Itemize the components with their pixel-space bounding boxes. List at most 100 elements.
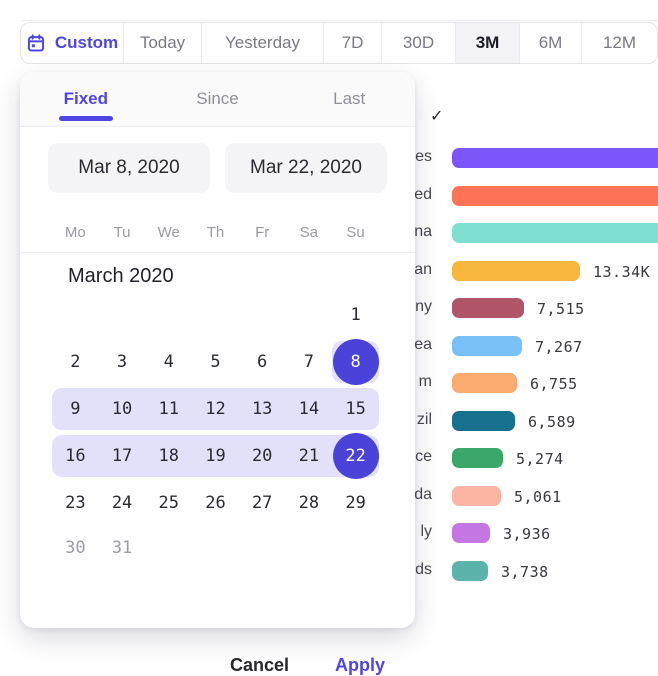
day-25[interactable]: 25 bbox=[145, 482, 192, 524]
chart-bar[interactable] bbox=[452, 223, 658, 243]
tab-since-label: Since bbox=[196, 89, 239, 109]
day-7[interactable]: 7 bbox=[286, 341, 333, 383]
day-8[interactable]: 8 bbox=[332, 341, 379, 383]
chart-bar[interactable] bbox=[452, 486, 501, 506]
day-31[interactable]: 31 bbox=[99, 527, 146, 569]
active-tab-underline bbox=[59, 116, 113, 121]
date-preset-toolbar: Custom TodayYesterday7D30D3M6M12M bbox=[20, 22, 658, 64]
chart-row-label: da bbox=[414, 486, 432, 504]
preset-30d[interactable]: 30D bbox=[381, 23, 455, 63]
day-number: 1 bbox=[350, 305, 360, 325]
chart-bar[interactable] bbox=[452, 373, 517, 393]
day-number: 4 bbox=[164, 352, 174, 372]
month-title: March 2020 bbox=[68, 265, 174, 288]
day-number: 12 bbox=[205, 399, 225, 419]
day-number: 27 bbox=[252, 493, 272, 513]
chart-row-label: m bbox=[419, 373, 432, 391]
chart-row-label: ce bbox=[415, 448, 432, 466]
day-20[interactable]: 20 bbox=[239, 435, 286, 477]
day-18[interactable]: 18 bbox=[145, 435, 192, 477]
date-picker-tabs: Fixed Since Last bbox=[20, 72, 415, 127]
chart-bar[interactable] bbox=[452, 336, 522, 356]
chart-bar[interactable] bbox=[452, 561, 488, 581]
day-19[interactable]: 19 bbox=[192, 435, 239, 477]
day-11[interactable]: 11 bbox=[145, 388, 192, 430]
day-number: 30 bbox=[65, 538, 85, 558]
day-27[interactable]: 27 bbox=[239, 482, 286, 524]
chart-bar-value: 13.34K bbox=[593, 263, 650, 281]
chart-bar[interactable] bbox=[452, 298, 524, 318]
chart-row-label: ds bbox=[415, 561, 432, 579]
day-16[interactable]: 16 bbox=[52, 435, 99, 477]
day-number: 25 bbox=[159, 493, 179, 513]
day-6[interactable]: 6 bbox=[239, 341, 286, 383]
chart-bar-value: 7,515 bbox=[537, 300, 585, 318]
day-21[interactable]: 21 bbox=[286, 435, 333, 477]
day-29[interactable]: 29 bbox=[332, 482, 379, 524]
day-10[interactable]: 10 bbox=[99, 388, 146, 430]
day-number: 16 bbox=[65, 446, 85, 466]
day-number: 9 bbox=[70, 399, 80, 419]
chart-bar[interactable] bbox=[452, 186, 658, 206]
weekday-label: Sa bbox=[286, 224, 333, 241]
day-number: 14 bbox=[299, 399, 319, 419]
cancel-button[interactable]: Cancel bbox=[230, 655, 289, 676]
calendar-divider bbox=[20, 252, 415, 253]
day-number: 6 bbox=[257, 352, 267, 372]
day-number: 17 bbox=[112, 446, 132, 466]
weekday-label: Mo bbox=[52, 224, 99, 241]
day-number: 15 bbox=[345, 399, 365, 419]
day-number: 2 bbox=[70, 352, 80, 372]
preset-12m[interactable]: 12M bbox=[581, 23, 657, 63]
chart-bar[interactable] bbox=[452, 411, 515, 431]
day-24[interactable]: 24 bbox=[99, 482, 146, 524]
day-number: 5 bbox=[210, 352, 220, 372]
day-number: 20 bbox=[252, 446, 272, 466]
end-date-input[interactable]: Mar 22, 2020 bbox=[225, 143, 387, 193]
start-date-input[interactable]: Mar 8, 2020 bbox=[48, 143, 210, 193]
day-4[interactable]: 4 bbox=[145, 341, 192, 383]
apply-button[interactable]: Apply bbox=[335, 655, 385, 676]
day-12[interactable]: 12 bbox=[192, 388, 239, 430]
day-9[interactable]: 9 bbox=[52, 388, 99, 430]
custom-range-label: Custom bbox=[55, 33, 118, 53]
day-22[interactable]: 22 bbox=[332, 435, 379, 477]
day-number: 19 bbox=[205, 446, 225, 466]
day-14[interactable]: 14 bbox=[286, 388, 333, 430]
tab-fixed-label: Fixed bbox=[64, 89, 108, 109]
weekday-label: Su bbox=[332, 224, 379, 241]
preset-6m[interactable]: 6M bbox=[519, 23, 581, 63]
day-5[interactable]: 5 bbox=[192, 341, 239, 383]
day-2[interactable]: 2 bbox=[52, 341, 99, 383]
day-26[interactable]: 26 bbox=[192, 482, 239, 524]
preset-3m[interactable]: 3M bbox=[455, 23, 519, 63]
day-1[interactable]: 1 bbox=[332, 294, 379, 336]
day-3[interactable]: 3 bbox=[99, 341, 146, 383]
day-23[interactable]: 23 bbox=[52, 482, 99, 524]
day-17[interactable]: 17 bbox=[99, 435, 146, 477]
day-28[interactable]: 28 bbox=[286, 482, 333, 524]
tab-last[interactable]: Last bbox=[283, 72, 415, 126]
custom-range-button[interactable]: Custom bbox=[21, 23, 123, 63]
calendar-week-row: 1 bbox=[52, 294, 379, 336]
selected-day-circle: 8 bbox=[333, 339, 379, 385]
preset-today[interactable]: Today bbox=[123, 23, 201, 63]
tab-since[interactable]: Since bbox=[152, 72, 284, 126]
day-15[interactable]: 15 bbox=[332, 388, 379, 430]
day-number: 7 bbox=[304, 352, 314, 372]
day-13[interactable]: 13 bbox=[239, 388, 286, 430]
end-date-value: Mar 22, 2020 bbox=[250, 157, 362, 179]
preset-7d[interactable]: 7D bbox=[323, 23, 381, 63]
tab-fixed[interactable]: Fixed bbox=[20, 72, 152, 126]
calendar-week-row: 30 31 bbox=[52, 527, 379, 569]
chart-bar[interactable] bbox=[452, 148, 658, 168]
chart-row-label: es bbox=[415, 148, 432, 166]
preset-yesterday[interactable]: Yesterday bbox=[201, 23, 323, 63]
chart-row-label: ed bbox=[414, 186, 432, 204]
day-30[interactable]: 30 bbox=[52, 527, 99, 569]
day-number: 28 bbox=[299, 493, 319, 513]
chart-bar[interactable] bbox=[452, 448, 503, 468]
chart-bar[interactable] bbox=[452, 261, 580, 281]
chart-bar[interactable] bbox=[452, 523, 490, 543]
tab-last-label: Last bbox=[333, 89, 365, 109]
